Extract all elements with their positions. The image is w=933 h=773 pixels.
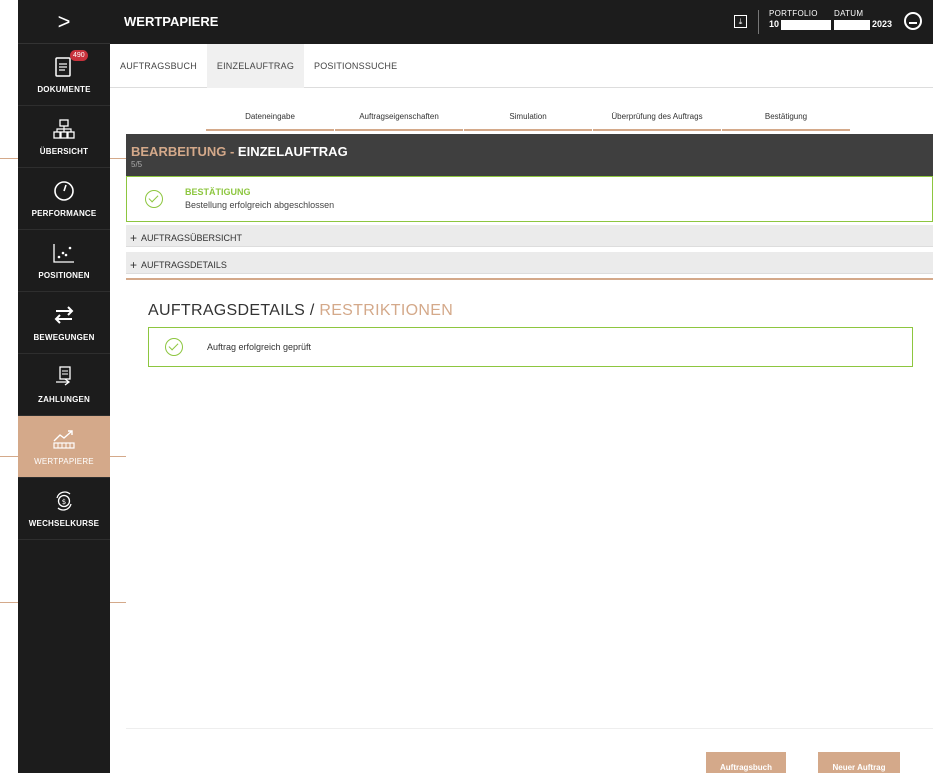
date-value: 2023 [872, 19, 893, 29]
accordion-label: AUFTRAGSDETAILS [141, 260, 227, 270]
confirmation-title: BESTÄTIGUNG [185, 187, 251, 197]
portfolio-value: 10 [769, 19, 780, 29]
tab-auftragsbuch[interactable]: AUFTRAGSBUCH [110, 44, 207, 88]
sidebar-item-label: PERFORMANCE [31, 209, 97, 218]
date-selector[interactable]: DATUM 2023 [834, 9, 892, 30]
new-order-button[interactable]: Neuer Auftrag [818, 752, 900, 773]
gauge-icon [52, 179, 76, 203]
sidebar-item-label: BEWEGUNGEN [33, 333, 95, 342]
chevron-right-icon: > [57, 8, 71, 34]
redacted-portfolio [781, 19, 832, 30]
tab-bar: AUFTRAGSBUCH EINZELAUFTRAG POSITIONSSUCH… [110, 44, 933, 88]
wizard-steps: Dateneingabe Auftragseigenschaften Simul… [206, 112, 851, 131]
logout-icon[interactable] [904, 12, 922, 30]
confirmation-message: Bestellung erfolgreich abgeschlossen [185, 200, 335, 210]
plus-icon: + [130, 258, 138, 272]
check-circle-icon [145, 190, 163, 208]
sidebar-item-label: ZAHLUNGEN [37, 395, 91, 404]
sidebar-item-wertpapiere[interactable]: WERTPAPIERE [18, 416, 110, 478]
sidebar-item-wechselkurse[interactable]: $ WECHSELKURSE [18, 478, 110, 540]
portfolio-selector[interactable]: PORTFOLIO 10 [769, 9, 832, 30]
step-bestaetigung[interactable]: Bestätigung [722, 112, 850, 131]
divider [126, 278, 933, 280]
sidebar-toggle-button[interactable]: > [18, 0, 110, 44]
sidebar: > 490 DOKUMENTE ÜBERSICHT PERFORMANCE PO… [18, 0, 110, 773]
accordion-auftragsuebersicht[interactable]: + AUFTRAGSÜBERSICHT [126, 225, 933, 247]
header-separator: - [226, 144, 238, 159]
svg-text:$: $ [62, 498, 66, 506]
page-title: WERTPAPIERE [124, 14, 219, 29]
check-result-message: Auftrag erfolgreich geprüft [207, 342, 312, 352]
scatter-chart-icon [52, 241, 76, 265]
date-label: DATUM [834, 9, 864, 18]
sidebar-item-zahlungen[interactable]: ZAHLUNGEN [18, 354, 110, 416]
header-main: EINZELAUFTRAG [237, 144, 348, 159]
top-bar: WERTPAPIERE ⤓ PORTFOLIO 10 DATUM 2023 [110, 0, 933, 44]
header-title: BEARBEITUNG - EINZELAUFTRAG [131, 144, 933, 159]
sidebar-item-bewegungen[interactable]: BEWEGUNGEN [18, 292, 110, 354]
main-content: Dateneingabe Auftragseigenschaften Simul… [126, 88, 933, 773]
divider [126, 728, 933, 729]
step-simulation[interactable]: Simulation [464, 112, 592, 131]
check-circle-icon [165, 338, 183, 356]
header-accent: BEARBEITUNG [131, 144, 227, 159]
accordion-label: AUFTRAGSÜBERSICHT [141, 233, 243, 243]
download-icon[interactable]: ⤓ [734, 15, 747, 28]
payment-icon [52, 365, 76, 389]
section-title-accent: RESTRIKTIONEN [319, 302, 454, 319]
step-counter: 5/5 [131, 160, 143, 169]
step-auftragseigenschaften[interactable]: Auftragseigenschaften [335, 112, 463, 131]
tab-einzelauftrag[interactable]: EINZELAUFTRAG [206, 44, 305, 88]
confirmation-box: BESTÄTIGUNG Bestellung erfolgreich abges… [126, 176, 933, 222]
hierarchy-icon [52, 117, 76, 141]
step-dateneingabe[interactable]: Dateneingabe [206, 112, 334, 131]
section-title-main: AUFTRAGSDETAILS / [148, 302, 320, 319]
accordion-auftragsdetails[interactable]: + AUFTRAGSDETAILS [126, 252, 933, 274]
sidebar-item-label: ÜBERSICHT [39, 147, 89, 156]
divider [758, 10, 759, 34]
sidebar-item-label: POSITIONEN [38, 271, 90, 280]
currency-exchange-icon: $ [52, 489, 76, 513]
sidebar-item-label: WERTPAPIERE [34, 457, 94, 466]
step-ueberpruefung[interactable]: Überprüfung des Auftrags [593, 112, 721, 131]
notification-badge: 490 [70, 50, 88, 61]
section-header: BEARBEITUNG - EINZELAUFTRAG 5/5 [126, 134, 933, 176]
transfer-arrows-icon [52, 303, 76, 327]
auftragsbuch-button[interactable]: Auftragsbuch [706, 752, 786, 773]
tab-positionssuche[interactable]: POSITIONSSUCHE [304, 44, 407, 88]
sidebar-item-dokumente[interactable]: 490 DOKUMENTE [18, 44, 110, 106]
redacted-date [834, 19, 870, 30]
sidebar-item-performance[interactable]: PERFORMANCE [18, 168, 110, 230]
portfolio-label: PORTFOLIO [769, 9, 818, 18]
check-result-box: Auftrag erfolgreich geprüft [148, 327, 913, 367]
sidebar-item-positionen[interactable]: POSITIONEN [18, 230, 110, 292]
details-section-title: AUFTRAGSDETAILS / RESTRIKTIONEN [148, 302, 453, 320]
sidebar-item-uebersicht[interactable]: ÜBERSICHT [18, 106, 110, 168]
annotation-strip [0, 0, 18, 773]
sidebar-item-label: WECHSELKURSE [28, 519, 100, 528]
plus-icon: + [130, 231, 138, 245]
sidebar-item-label: DOKUMENTE [37, 85, 91, 94]
securities-chart-icon [52, 427, 76, 451]
